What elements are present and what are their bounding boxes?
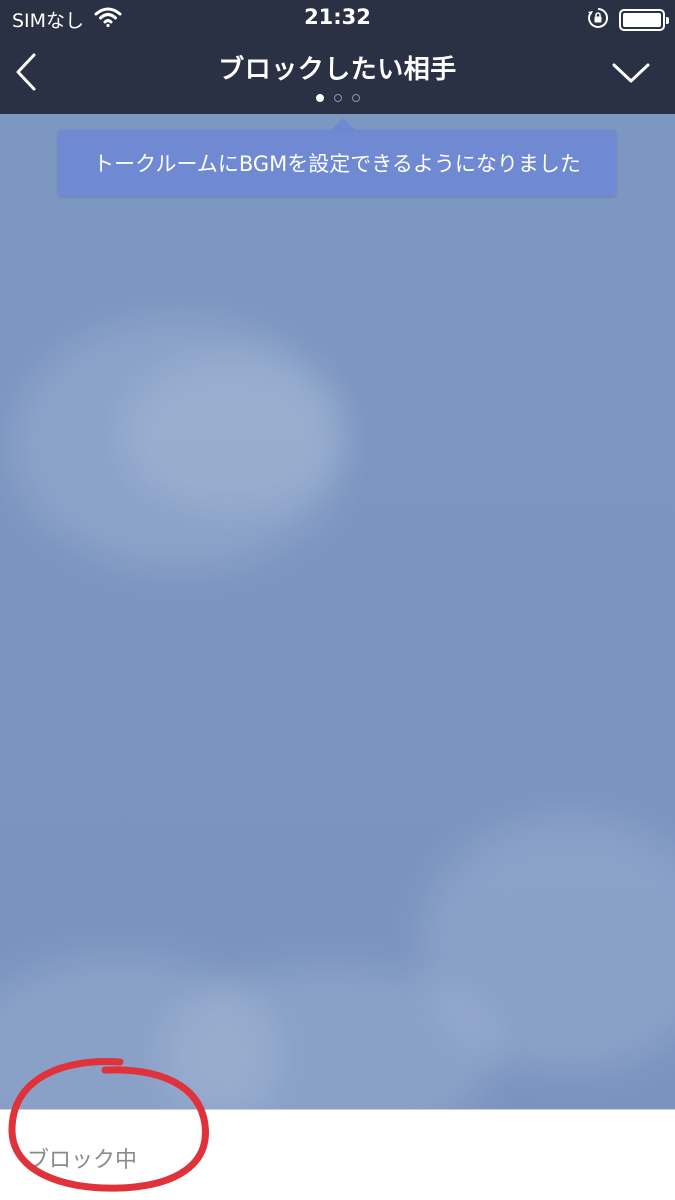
battery-icon bbox=[619, 9, 669, 31]
battery-fill bbox=[623, 13, 661, 27]
cloud-decoration bbox=[120, 354, 340, 514]
footer-bar: ブロック中 bbox=[0, 1109, 675, 1200]
nav-bar: ブロックしたい相手 bbox=[0, 38, 675, 114]
chevron-down-icon bbox=[611, 61, 651, 89]
bgm-announcement-tooltip[interactable]: トークルームにBGMを設定できるようになりました bbox=[58, 130, 616, 196]
header: SIMなし 21:32 ブロックしたい相手 bbox=[0, 0, 675, 114]
menu-toggle-button[interactable] bbox=[609, 58, 653, 92]
status-right bbox=[587, 7, 669, 33]
status-bar: SIMなし 21:32 bbox=[0, 0, 675, 38]
tooltip-arrow bbox=[331, 118, 355, 130]
page-dot bbox=[333, 94, 342, 102]
chat-background[interactable] bbox=[0, 114, 675, 1109]
status-time: 21:32 bbox=[304, 5, 371, 29]
page-dot bbox=[351, 94, 360, 102]
blocked-status-label: ブロック中 bbox=[27, 1148, 138, 1173]
page-indicator bbox=[0, 94, 675, 102]
battery-tip bbox=[666, 17, 669, 24]
orientation-lock-icon bbox=[587, 7, 609, 33]
chat-title[interactable]: ブロックしたい相手 bbox=[0, 49, 675, 86]
page-dot bbox=[315, 94, 324, 102]
talk-room-screen: SIMなし 21:32 ブロックしたい相手 トークルームにBGMを設定できるよう… bbox=[0, 0, 675, 1200]
tooltip-text: トークルームにBGMを設定できるようになりました bbox=[93, 152, 581, 176]
